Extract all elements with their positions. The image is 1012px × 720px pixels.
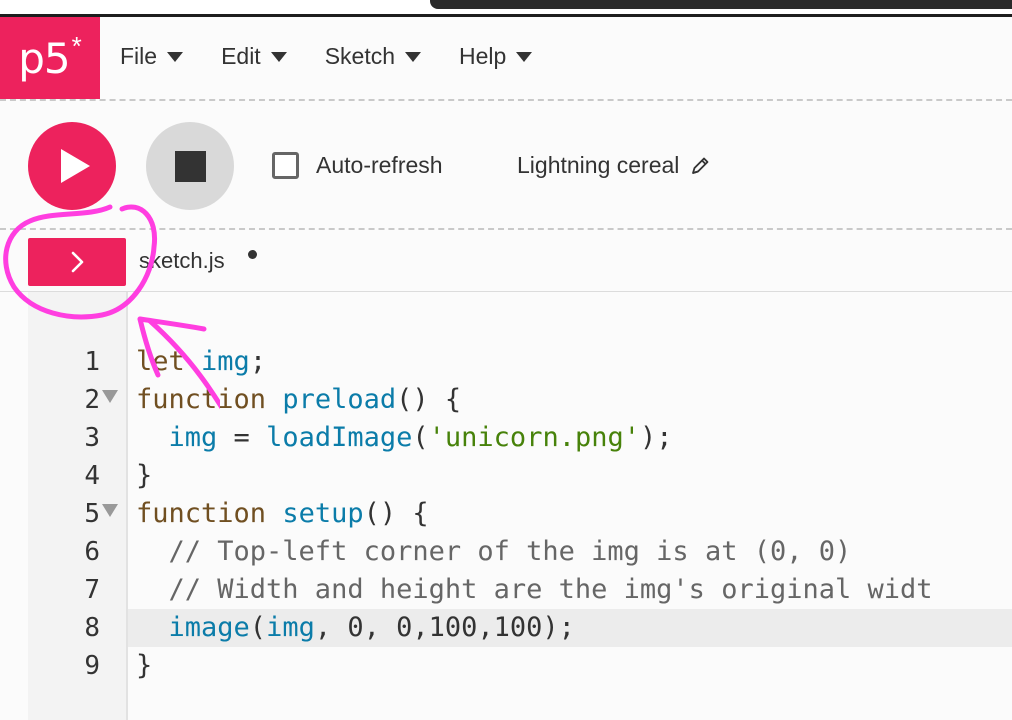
auto-refresh-toggle[interactable]: Auto-refresh <box>272 152 443 179</box>
pencil-icon[interactable] <box>689 155 711 177</box>
code-token: // Top-left corner of the img is at (0, … <box>136 536 852 567</box>
code-token: image <box>168 612 250 643</box>
code-token: ); <box>639 422 673 453</box>
file-name: sketch.js <box>139 248 225 273</box>
line-number-gutter: 1 2 3 4 5 6 7 8 9 <box>28 292 128 720</box>
window-top-strip <box>0 0 1012 17</box>
code-token: img <box>201 346 250 377</box>
line-number: 4 <box>84 461 100 491</box>
code-token: } <box>136 460 153 491</box>
line-number: 7 <box>84 575 100 605</box>
menu-edit[interactable]: Edit <box>221 43 287 70</box>
code-token: function <box>136 498 283 529</box>
menu-edit-label: Edit <box>221 43 261 69</box>
code-token: = <box>217 422 267 453</box>
menu-help-label: Help <box>459 43 507 69</box>
code-token: () { <box>363 498 429 529</box>
menu-file[interactable]: File <box>120 43 184 70</box>
code-line[interactable]: function preload() { <box>136 381 461 419</box>
code-token: } <box>136 650 153 681</box>
stop-icon <box>175 151 206 182</box>
code-line[interactable]: function setup() { <box>136 495 429 533</box>
code-token: , 0, 0,100,100); <box>314 612 575 643</box>
nav-bar: p5 * File Edit Sketch Help <box>0 17 1012 101</box>
chevron-down-icon <box>516 51 533 62</box>
menu-sketch-label: Sketch <box>324 43 396 69</box>
line-number: 3 <box>84 423 100 453</box>
code-token: ; <box>249 346 267 377</box>
project-name: Lightning cereal <box>517 152 680 178</box>
chevron-right-icon <box>71 251 84 273</box>
auto-refresh-checkbox[interactable] <box>272 152 299 179</box>
code-line[interactable]: // Top-left corner of the img is at (0, … <box>136 533 852 571</box>
code-token: ( <box>412 422 429 453</box>
line-number: 8 <box>84 613 100 643</box>
code-token: ( <box>249 612 267 643</box>
logo-text: p5 <box>18 33 70 83</box>
chevron-down-icon <box>405 51 422 62</box>
code-token: let <box>136 346 202 377</box>
code-line[interactable]: } <box>136 647 152 685</box>
line-number: 6 <box>84 537 100 567</box>
p5-logo[interactable]: p5 * <box>0 17 100 99</box>
auto-refresh-label: Auto-refresh <box>316 152 443 178</box>
code-line[interactable]: // Width and height are the img's origin… <box>136 571 933 609</box>
code-token: () { <box>396 384 462 415</box>
code-editor[interactable]: 123456789 let img; function preload() { i… <box>28 292 1012 720</box>
code-line[interactable]: img = loadImage('unicorn.png'); <box>136 419 673 457</box>
logo-star: * <box>71 30 82 61</box>
project-name-editor[interactable]: Lightning cereal <box>517 152 711 179</box>
fold-arrow-icon[interactable] <box>102 390 118 403</box>
code-token: // Width and height are the img's origin… <box>136 574 933 605</box>
menu-help[interactable]: Help <box>459 43 533 70</box>
code-line[interactable]: let img; <box>136 343 266 381</box>
sketch-toolbar: Auto-refresh Lightning cereal <box>0 102 1012 230</box>
menu-file-label: File <box>120 43 158 69</box>
fold-arrow-icon[interactable] <box>102 504 118 517</box>
unsaved-indicator <box>248 250 257 259</box>
code-token: setup <box>282 498 364 529</box>
play-button[interactable] <box>28 122 116 210</box>
main-menu: File Edit Sketch Help <box>120 43 570 70</box>
chevron-down-icon <box>270 51 287 62</box>
line-number: 9 <box>84 651 100 681</box>
code-token: function <box>136 384 283 415</box>
code-token: preload <box>282 384 397 415</box>
line-number: 2 <box>84 385 100 415</box>
line-number: 5 <box>84 499 100 529</box>
code-token: 'unicorn.png' <box>428 422 640 453</box>
play-icon <box>61 149 90 183</box>
line-number: 1 <box>84 347 100 377</box>
code-line[interactable]: image(img, 0, 0,100,100); <box>136 609 575 647</box>
stop-button[interactable] <box>146 122 234 210</box>
code-area[interactable]: let img; function preload() { img = loadI… <box>136 292 1012 720</box>
menu-sketch[interactable]: Sketch <box>324 43 422 70</box>
file-tab-bar: sketch.js <box>0 232 1012 292</box>
code-token: loadImage <box>266 422 413 453</box>
code-token: img <box>266 612 315 643</box>
code-line[interactable]: } <box>136 457 152 495</box>
chevron-down-icon <box>167 51 184 62</box>
code-token: img <box>168 422 218 453</box>
browser-tab-edge <box>430 0 1012 9</box>
expand-sidebar-button[interactable] <box>28 238 126 286</box>
